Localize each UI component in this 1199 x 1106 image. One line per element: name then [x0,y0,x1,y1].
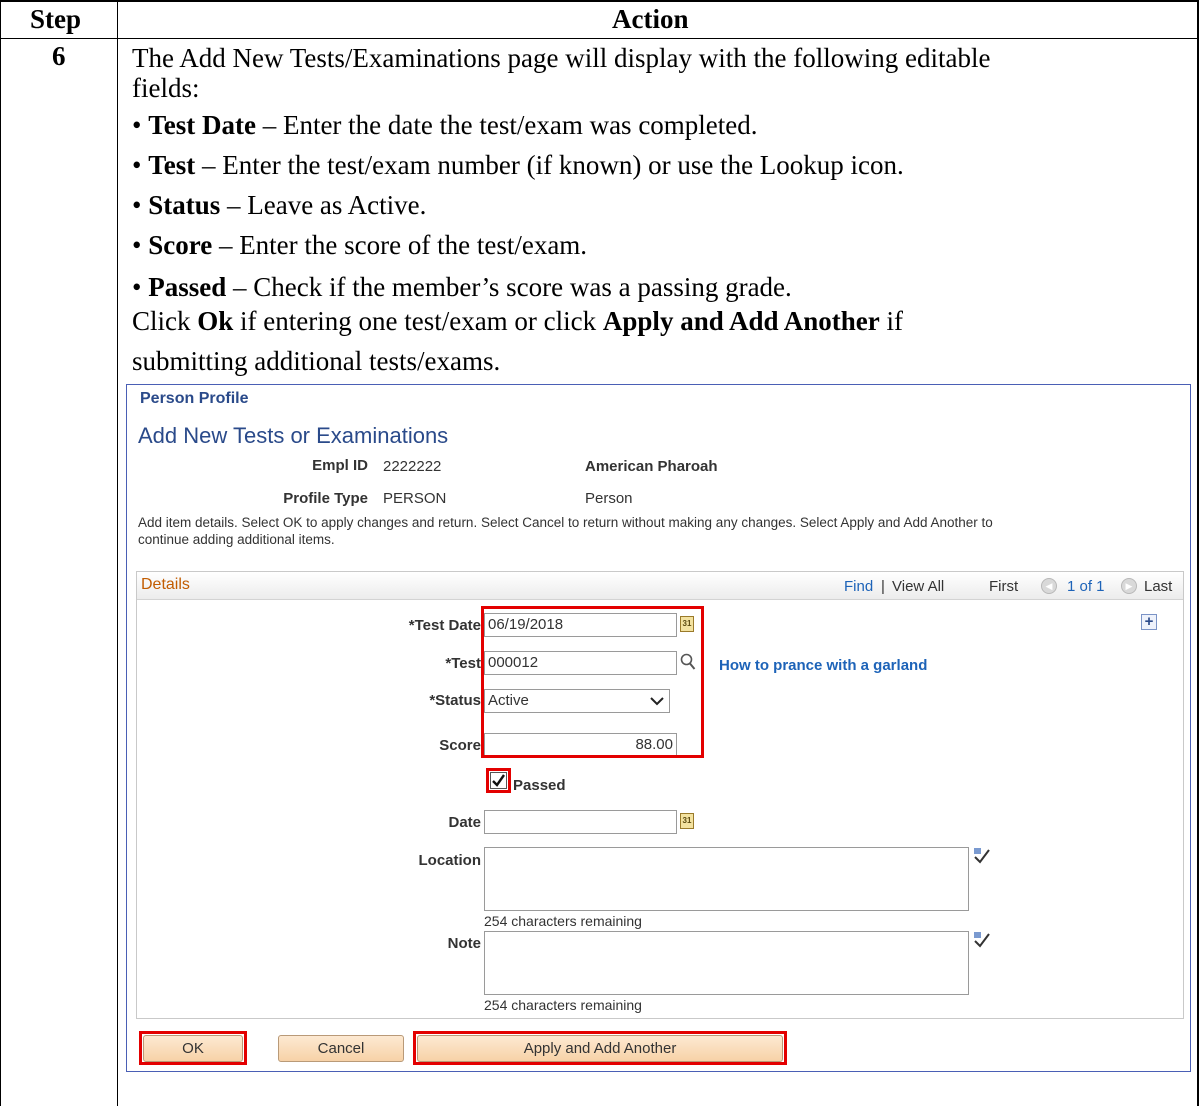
instructions-line-2: continue adding additional items. [138,532,335,547]
bullet-status: • Status – Leave as Active. [132,190,427,220]
click-instruction: Click Ok if entering one test/exam or cl… [132,306,904,336]
status-select[interactable]: Active [484,689,670,713]
intro-line-2: fields: [132,73,200,103]
ok-button[interactable]: OK [143,1035,243,1062]
test-date-input[interactable]: 06/19/2018 [484,613,677,637]
apply-and-add-another-button[interactable]: Apply and Add Another [417,1035,783,1062]
test-date-label: *Test Date [408,617,481,634]
chevron-down-icon [650,697,664,706]
spellcheck-icon[interactable] [973,931,991,949]
profile-type-label: Profile Type [283,490,368,507]
bullet-test: • Test – Enter the test/exam number (if … [132,150,904,180]
spellcheck-icon[interactable] [973,847,991,865]
last-link[interactable]: Last [1144,578,1172,595]
bullet-score: • Score – Enter the score of the test/ex… [132,230,588,260]
cancel-button[interactable]: Cancel [278,1035,404,1062]
view-all-link[interactable]: View All [892,578,944,595]
calendar-icon[interactable]: 31 [680,813,694,829]
date-label: Date [448,814,481,831]
location-remaining: 254 characters remaining [484,913,642,929]
profile-type-desc: Person [585,490,633,507]
status-label: *Status [429,692,481,709]
find-link[interactable]: Find [844,578,873,595]
breadcrumb[interactable]: Person Profile [140,390,248,408]
location-label: Location [418,852,482,869]
nav-separator: | [881,578,885,595]
page-title: Add New Tests or Examinations [138,423,449,448]
empl-id-label: Empl ID [312,457,368,474]
intro-line-1: The Add New Tests/Examinations page will… [132,43,991,73]
bullet-test-date: • Test Date – Enter the date the test/ex… [132,110,758,140]
click-instruction-line-2: submitting additional tests/exams. [132,346,501,376]
calendar-icon[interactable]: 31 [680,616,694,632]
passed-checkbox[interactable] [490,772,507,789]
first-link[interactable]: First [989,578,1018,595]
header-action: Action [612,4,689,34]
step-number: 6 [52,41,66,71]
previous-icon[interactable]: ◀ [1041,578,1057,594]
header-step: Step [30,4,82,34]
location-textarea[interactable] [484,847,969,911]
note-textarea[interactable] [484,931,969,995]
instructions-line-1: Add item details. Select OK to apply cha… [138,515,993,530]
test-input[interactable]: 000012 [484,651,677,675]
magnifier-icon[interactable] [680,653,696,671]
details-title: Details [141,576,190,593]
details-header: Details Find | View All First ◀ 1 of 1 ▶… [137,572,1183,600]
score-input[interactable]: 88.00 [484,733,677,757]
note-label: Note [447,935,481,952]
score-label: Score [439,737,481,754]
person-name: American Pharoah [585,458,718,475]
test-description-link[interactable]: How to prance with a garland [719,657,927,674]
passed-label: Passed [513,777,566,794]
plus-icon[interactable]: + [1141,614,1157,630]
bullet-passed: • Passed – Check if the member’s score w… [132,272,792,302]
next-icon[interactable]: ▶ [1121,578,1137,594]
record-count: 1 of 1 [1067,578,1105,595]
empl-id-value: 2222222 [383,458,442,475]
profile-type-value: PERSON [383,490,447,507]
note-remaining: 254 characters remaining [484,997,642,1013]
test-label: *Test [445,655,481,672]
screenshot-panel: Person Profile Add New Tests or Examinat… [126,384,1191,1072]
check-icon [492,774,505,787]
date-input[interactable] [484,810,677,834]
